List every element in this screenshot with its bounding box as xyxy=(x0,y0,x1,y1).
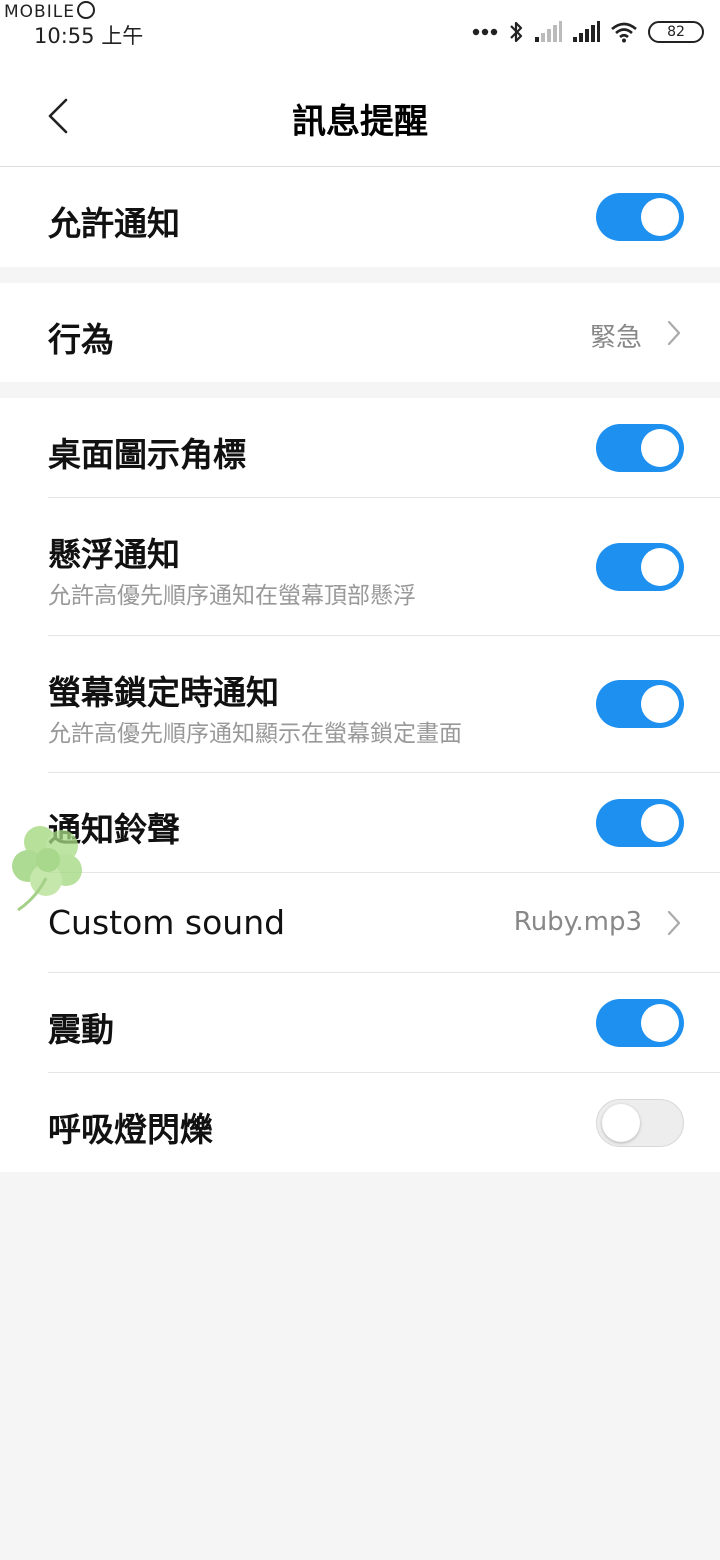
lockscreen-toggle[interactable] xyxy=(596,680,684,728)
floating-description: 允許高優先順序通知在螢幕頂部懸浮 xyxy=(48,583,416,609)
vibration-label: 震動 xyxy=(48,1010,114,1049)
more-dots-icon xyxy=(472,28,498,36)
toggle-knob xyxy=(641,804,679,842)
toggle-knob xyxy=(641,1004,679,1042)
breathing-light-label: 呼吸燈閃爍 xyxy=(48,1110,213,1149)
behavior-row[interactable]: 行為 緊急 xyxy=(0,283,720,382)
battery-indicator: 82 xyxy=(648,21,704,43)
custom-sound-value: Ruby.mp3 xyxy=(513,907,642,937)
wifi-icon xyxy=(611,22,637,43)
lockscreen-label: 螢幕鎖定時通知 xyxy=(48,673,279,712)
floating-toggle[interactable] xyxy=(596,543,684,591)
allow-notifications-row[interactable]: 允許通知 xyxy=(0,167,720,267)
toggle-knob xyxy=(641,685,679,723)
behavior-label: 行為 xyxy=(48,320,114,359)
watermark-logo: MOBILE xyxy=(4,1,95,22)
signal-strong-icon xyxy=(573,21,600,42)
section-behavior: 行為 緊急 xyxy=(0,283,720,382)
toggle-knob xyxy=(641,429,679,467)
floating-row[interactable]: 懸浮通知 允許高優先順序通知在螢幕頂部懸浮 xyxy=(0,498,720,635)
lockscreen-row[interactable]: 螢幕鎖定時通知 允許高優先順序通知顯示在螢幕鎖定畫面 xyxy=(0,636,720,772)
behavior-value: 緊急 xyxy=(589,323,642,353)
chevron-right-icon xyxy=(667,910,681,936)
page-title: 訊息提醒 xyxy=(292,102,428,142)
status-icons: 82 xyxy=(472,18,704,46)
badge-label: 桌面圖示角標 xyxy=(48,435,246,474)
badge-toggle[interactable] xyxy=(596,424,684,472)
clover-watermark-icon xyxy=(12,826,82,912)
status-bar: MOBILE 10:55 上午 82 xyxy=(0,0,720,64)
vibration-toggle[interactable] xyxy=(596,999,684,1047)
ringtone-row[interactable]: 通知鈴聲 xyxy=(0,773,720,872)
ringtone-toggle[interactable] xyxy=(596,799,684,847)
toggle-knob xyxy=(602,1104,640,1142)
bluetooth-icon xyxy=(510,21,523,43)
allow-notifications-toggle[interactable] xyxy=(596,193,684,241)
app-header: 訊息提醒 xyxy=(0,64,720,167)
section-details: 桌面圖示角標 懸浮通知 允許高優先順序通知在螢幕頂部懸浮 螢幕鎖定時通知 允許高… xyxy=(0,398,720,1172)
watermark-face-icon xyxy=(76,1,95,19)
status-time: 10:55 上午 xyxy=(34,24,144,48)
floating-label: 懸浮通知 xyxy=(48,535,180,574)
vibration-row[interactable]: 震動 xyxy=(0,973,720,1072)
chevron-right-icon xyxy=(667,320,681,346)
section-allow: 允許通知 xyxy=(0,167,720,267)
lockscreen-description: 允許高優先順序通知顯示在螢幕鎖定畫面 xyxy=(48,721,462,747)
signal-weak-icon xyxy=(535,21,562,42)
allow-notifications-label: 允許通知 xyxy=(48,204,180,243)
breathing-light-row[interactable]: 呼吸燈閃爍 xyxy=(0,1073,720,1172)
badge-row[interactable]: 桌面圖示角標 xyxy=(0,398,720,497)
custom-sound-row[interactable]: Custom sound Ruby.mp3 xyxy=(0,873,720,972)
toggle-knob xyxy=(641,548,679,586)
breathing-light-toggle[interactable] xyxy=(596,1099,684,1147)
toggle-knob xyxy=(641,198,679,236)
